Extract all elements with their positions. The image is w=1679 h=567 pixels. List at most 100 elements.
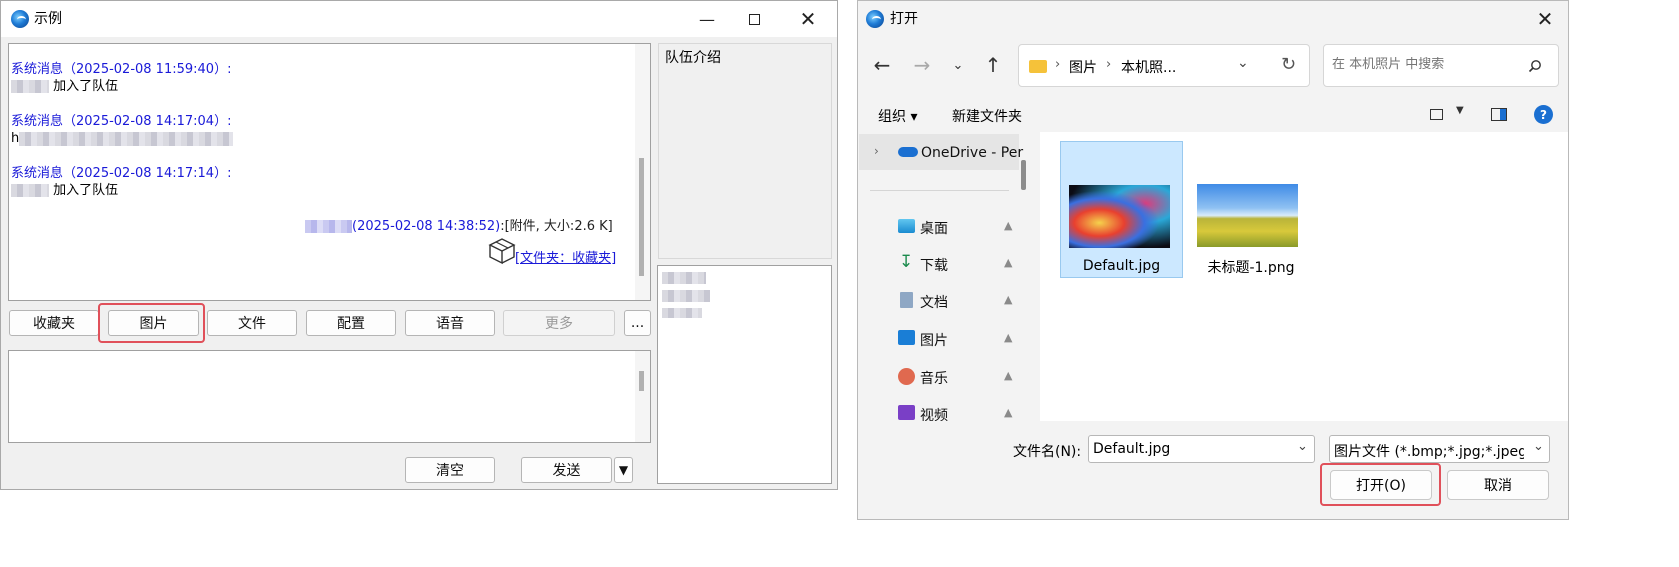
- nav-item-desktop[interactable]: 桌面 ▲: [858, 215, 1018, 239]
- preview-pane-icon[interactable]: [1491, 108, 1507, 121]
- refresh-icon[interactable]: ↻: [1281, 54, 1296, 75]
- message-header: 系统消息（2025-02-08 14:17:14）:: [11, 166, 232, 181]
- file-name: 未标题-1.png: [1207, 260, 1295, 276]
- nav-item-music[interactable]: 音乐 ▲: [858, 365, 1018, 389]
- desktop-icon: [898, 219, 915, 233]
- picture-icon: [898, 330, 915, 345]
- nav-item-onedrive[interactable]: › OneDrive - Per: [859, 134, 1023, 170]
- voice-button[interactable]: 语音: [405, 310, 495, 336]
- file-item-default-jpg[interactable]: Default.jpg: [1060, 141, 1183, 278]
- ellipsis-button[interactable]: ...: [624, 310, 651, 336]
- send-options-button[interactable]: ▼: [614, 457, 633, 483]
- package-icon: [488, 238, 516, 265]
- chevron-down-icon[interactable]: ⌄: [1297, 439, 1308, 454]
- nav-item-label: OneDrive - Per: [921, 145, 1024, 161]
- arrow-right-icon: →: [913, 53, 931, 77]
- filename-label: 文件名(N):: [1013, 444, 1082, 460]
- dialog-title-bar[interactable]: 打开 ✕: [858, 1, 1568, 37]
- chevron-down-icon: ⌄: [952, 57, 964, 73]
- open-button[interactable]: 打开(O): [1330, 470, 1432, 500]
- document-icon: [900, 292, 913, 308]
- address-dropdown-icon[interactable]: ⌄: [1237, 55, 1249, 71]
- team-intro-panel: 队伍介绍: [658, 43, 832, 259]
- more-button[interactable]: 更多: [503, 310, 615, 336]
- open-file-dialog: 打开 ✕ ← → ⌄ ↑ › 图片 › 本机照... ⌄ ↻ 组织 ▾ 新建文件…: [857, 0, 1569, 520]
- music-icon: [898, 368, 915, 385]
- minimize-button[interactable]: —: [684, 1, 730, 37]
- breadcrumb-item[interactable]: 图片: [1069, 57, 1097, 77]
- breadcrumb-separator: ›: [1106, 57, 1112, 72]
- nav-scrollbar-thumb[interactable]: [1021, 160, 1026, 190]
- member-list[interactable]: [657, 265, 832, 484]
- close-icon: ✕: [1536, 7, 1554, 31]
- breadcrumb-item[interactable]: 本机照...: [1121, 57, 1176, 77]
- forward-button[interactable]: →: [908, 51, 936, 79]
- pin-icon: ▲: [1004, 406, 1013, 419]
- nav-item-downloads[interactable]: ↧ 下载 ▲: [858, 252, 1018, 276]
- back-button[interactable]: ←: [868, 51, 896, 79]
- recent-locations-button[interactable]: ⌄: [946, 51, 970, 79]
- pin-icon: ▲: [1004, 256, 1013, 269]
- app-logo-icon: [866, 10, 884, 28]
- view-dropdown-icon[interactable]: ▼: [1456, 105, 1464, 116]
- message-header: 系统消息（2025-02-08 11:59:40）:: [11, 62, 232, 77]
- search-icon: [1528, 60, 1541, 73]
- config-button[interactable]: 配置: [306, 310, 396, 336]
- image-button[interactable]: 图片: [108, 310, 199, 336]
- search-input[interactable]: [1332, 57, 1527, 72]
- message-panel: 系统消息（2025-02-08 11:59:40）: 加入了队伍 系统消息（20…: [8, 43, 651, 301]
- app-logo-icon: [11, 10, 29, 28]
- file-list[interactable]: Default.jpg 未标题-1.png: [1040, 132, 1568, 421]
- download-icon: ↧: [899, 252, 914, 272]
- nav-item-pictures[interactable]: 图片 ▲: [858, 327, 1018, 351]
- message-scrollbar[interactable]: [635, 44, 650, 300]
- favorites-button[interactable]: 收藏夹: [9, 310, 99, 336]
- scrollbar-thumb[interactable]: [639, 158, 644, 276]
- file-type-select[interactable]: 图片文件 (*.bmp;*.jpg;*.jpeg;* ⌄: [1329, 435, 1550, 463]
- redacted-name: [11, 184, 49, 197]
- nav-item-videos[interactable]: 视频 ▲: [858, 402, 1018, 421]
- attachment-message: (2025-02-08 14:38:52):[附件, 大小:2.6 K]: [305, 218, 613, 235]
- new-folder-button[interactable]: 新建文件夹: [952, 106, 1022, 126]
- maximize-button[interactable]: [731, 1, 777, 37]
- redacted-member: [662, 290, 710, 302]
- redacted-sender: [305, 220, 352, 233]
- dialog-title: 打开: [890, 11, 918, 27]
- folder-icon: [1029, 60, 1047, 73]
- cancel-button[interactable]: 取消: [1447, 470, 1549, 500]
- chat-window: 示例 — ✕ 系统消息（2025-02-08 11:59:40）: 加入了队伍 …: [0, 0, 838, 490]
- nav-item-documents[interactable]: 文档 ▲: [858, 289, 1018, 313]
- close-button[interactable]: ✕: [785, 1, 831, 37]
- input-scrollbar[interactable]: [635, 351, 650, 442]
- minimize-icon: —: [699, 9, 715, 29]
- cloud-icon: [898, 147, 918, 157]
- pin-icon: ▲: [1004, 331, 1013, 344]
- maximize-icon: [748, 13, 760, 25]
- image-thumbnail: [1197, 184, 1298, 247]
- breadcrumb-separator: ›: [1055, 57, 1061, 72]
- chevron-right-icon: ›: [874, 144, 879, 158]
- team-intro-label: 队伍介绍: [665, 50, 721, 66]
- send-button[interactable]: 发送: [521, 457, 612, 483]
- search-box[interactable]: [1323, 44, 1559, 87]
- dialog-close-button[interactable]: ✕: [1522, 1, 1568, 37]
- help-icon[interactable]: ?: [1534, 105, 1553, 124]
- scrollbar-thumb[interactable]: [639, 371, 644, 391]
- file-item-untitled-png[interactable]: 未标题-1.png: [1194, 141, 1310, 278]
- up-button[interactable]: ↑: [979, 51, 1007, 79]
- chevron-down-icon[interactable]: ⌄: [1533, 439, 1544, 454]
- title-bar[interactable]: 示例 — ✕: [1, 1, 837, 37]
- folder-link[interactable]: [文件夹：收藏夹]: [515, 250, 616, 267]
- redacted-text: [19, 131, 234, 146]
- file-button[interactable]: 文件: [207, 310, 297, 336]
- address-bar[interactable]: › 图片 › 本机照... ⌄ ↻: [1018, 44, 1310, 87]
- view-mode-icon[interactable]: [1430, 109, 1443, 120]
- clear-button[interactable]: 清空: [405, 457, 495, 483]
- organize-menu[interactable]: 组织 ▾: [878, 106, 917, 126]
- pin-icon: ▲: [1004, 293, 1013, 306]
- arrow-up-icon: ↑: [984, 53, 1002, 77]
- pin-icon: ▲: [1004, 369, 1013, 382]
- message-input[interactable]: [8, 350, 651, 443]
- file-name: Default.jpg: [1082, 258, 1161, 274]
- filename-input[interactable]: Default.jpg ⌄: [1088, 435, 1315, 463]
